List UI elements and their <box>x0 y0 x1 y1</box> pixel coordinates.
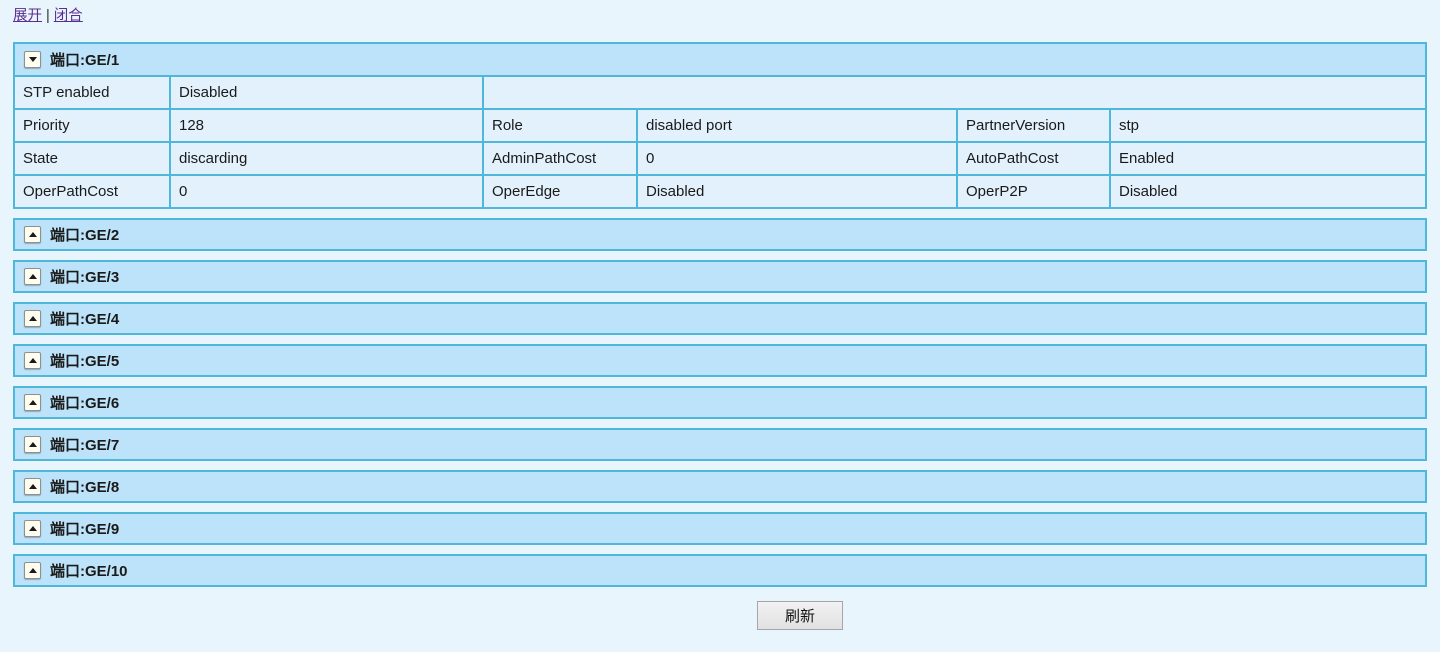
port-section-ge1: 端口:GE/1 STP enabled Disabled Priority 12… <box>13 42 1427 209</box>
expand-toggle-icon[interactable] <box>24 310 41 327</box>
section-header-ge3[interactable]: 端口:GE/3 <box>13 260 1427 293</box>
triangle-up-icon <box>29 400 37 405</box>
port-section-ge3: 端口:GE/3 <box>13 260 1427 293</box>
field-label: OperPathCost <box>14 175 170 208</box>
table-row: OperPathCost 0 OperEdge Disabled OperP2P… <box>14 175 1426 208</box>
section-header-ge9[interactable]: 端口:GE/9 <box>13 512 1427 545</box>
refresh-button[interactable]: 刷新 <box>757 601 843 630</box>
section-header-ge2[interactable]: 端口:GE/2 <box>13 218 1427 251</box>
port-section-ge8: 端口:GE/8 <box>13 470 1427 503</box>
table-row: State discarding AdminPathCost 0 AutoPat… <box>14 142 1426 175</box>
field-label: AutoPathCost <box>957 142 1110 175</box>
collapse-all-link[interactable]: 闭合 <box>54 8 83 24</box>
field-label: PartnerVersion <box>957 109 1110 142</box>
field-value: disabled port <box>637 109 957 142</box>
table-row: Priority 128 Role disabled port PartnerV… <box>14 109 1426 142</box>
section-header-ge1[interactable]: 端口:GE/1 <box>13 42 1427 75</box>
section-title: 端口:GE/10 <box>50 560 128 581</box>
page-content: 展开|闭合 端口:GE/1 STP enabled Disabled Prior… <box>0 0 1440 630</box>
expand-toggle-icon[interactable] <box>24 226 41 243</box>
section-header-ge7[interactable]: 端口:GE/7 <box>13 428 1427 461</box>
expand-toggle-icon[interactable] <box>24 352 41 369</box>
section-title: 端口:GE/9 <box>50 518 119 539</box>
triangle-down-icon <box>29 57 37 62</box>
triangle-up-icon <box>29 568 37 573</box>
field-value: stp <box>1110 109 1426 142</box>
field-value: Enabled <box>1110 142 1426 175</box>
field-label: OperP2P <box>957 175 1110 208</box>
empty-cell <box>483 76 1426 109</box>
section-header-ge5[interactable]: 端口:GE/5 <box>13 344 1427 377</box>
port-section-ge4: 端口:GE/4 <box>13 302 1427 335</box>
triangle-up-icon <box>29 484 37 489</box>
field-value: 0 <box>170 175 483 208</box>
field-value: 128 <box>170 109 483 142</box>
section-header-ge4[interactable]: 端口:GE/4 <box>13 302 1427 335</box>
triangle-up-icon <box>29 442 37 447</box>
table-row: STP enabled Disabled <box>14 76 1426 109</box>
expand-all-link[interactable]: 展开 <box>13 8 42 24</box>
field-value: discarding <box>170 142 483 175</box>
port-section-ge10: 端口:GE/10 <box>13 554 1427 587</box>
port-section-ge2: 端口:GE/2 <box>13 218 1427 251</box>
port-section-ge7: 端口:GE/7 <box>13 428 1427 461</box>
section-header-ge10[interactable]: 端口:GE/10 <box>13 554 1427 587</box>
field-value: Disabled <box>170 76 483 109</box>
triangle-up-icon <box>29 274 37 279</box>
section-title: 端口:GE/1 <box>50 49 119 70</box>
field-value: Disabled <box>1110 175 1426 208</box>
footer: 刷新 <box>13 601 1427 630</box>
expand-toggle-icon[interactable] <box>24 436 41 453</box>
collapse-toggle-icon[interactable] <box>24 51 41 68</box>
expand-toggle-icon[interactable] <box>24 478 41 495</box>
triangle-up-icon <box>29 526 37 531</box>
field-label: AdminPathCost <box>483 142 637 175</box>
field-label: Role <box>483 109 637 142</box>
section-title: 端口:GE/4 <box>50 308 119 329</box>
triangle-up-icon <box>29 358 37 363</box>
field-label: OperEdge <box>483 175 637 208</box>
field-label: Priority <box>14 109 170 142</box>
section-title: 端口:GE/2 <box>50 224 119 245</box>
section-title: 端口:GE/7 <box>50 434 119 455</box>
section-title: 端口:GE/8 <box>50 476 119 497</box>
expand-toggle-icon[interactable] <box>24 562 41 579</box>
toolbar: 展开|闭合 <box>13 7 1427 25</box>
field-value: 0 <box>637 142 957 175</box>
expand-toggle-icon[interactable] <box>24 268 41 285</box>
port-details-table: STP enabled Disabled Priority 128 Role d… <box>13 75 1427 209</box>
field-label: State <box>14 142 170 175</box>
section-header-ge8[interactable]: 端口:GE/8 <box>13 470 1427 503</box>
field-value: Disabled <box>637 175 957 208</box>
section-title: 端口:GE/3 <box>50 266 119 287</box>
triangle-up-icon <box>29 316 37 321</box>
expand-toggle-icon[interactable] <box>24 520 41 537</box>
triangle-up-icon <box>29 232 37 237</box>
port-section-ge6: 端口:GE/6 <box>13 386 1427 419</box>
link-separator: | <box>46 8 50 24</box>
port-section-ge5: 端口:GE/5 <box>13 344 1427 377</box>
section-title: 端口:GE/5 <box>50 350 119 371</box>
field-label: STP enabled <box>14 76 170 109</box>
expand-toggle-icon[interactable] <box>24 394 41 411</box>
section-header-ge6[interactable]: 端口:GE/6 <box>13 386 1427 419</box>
section-title: 端口:GE/6 <box>50 392 119 413</box>
port-section-ge9: 端口:GE/9 <box>13 512 1427 545</box>
